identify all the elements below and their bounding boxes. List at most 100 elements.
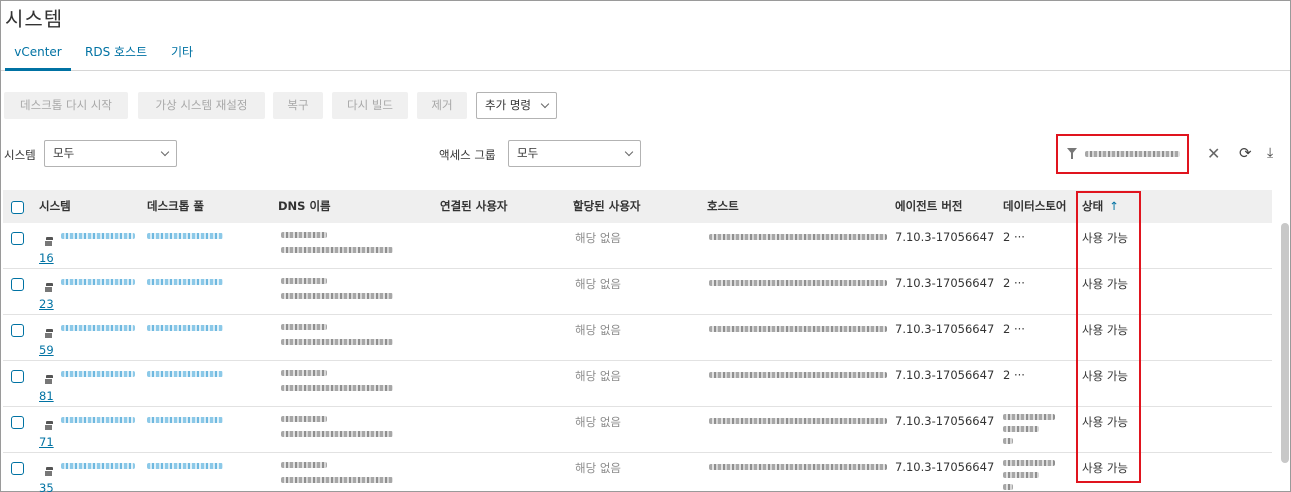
column-header-dns-name[interactable]: DNS 이름 [278, 190, 331, 223]
system-name-link[interactable] [61, 279, 135, 285]
dns-name-line2 [281, 477, 393, 483]
access-group-select[interactable]: 모두 [508, 140, 641, 167]
agent-version-cell: 7.10.3-17056647 [895, 414, 995, 428]
virtual-machine-icon [44, 237, 54, 247]
virtual-machine-icon [44, 375, 54, 385]
tab-vcenter[interactable]: vCenter [5, 41, 71, 71]
restart-desktop-button[interactable]: 데스크톱 다시 시작 [4, 92, 128, 119]
datastore-cell: 2 ··· [1003, 368, 1025, 382]
system-number-link[interactable]: 81 [39, 389, 54, 403]
agent-version-cell: 7.10.3-17056647 [895, 276, 995, 290]
chevron-down-icon [540, 99, 550, 109]
row-checkbox[interactable] [11, 370, 24, 383]
row-checkbox[interactable] [11, 462, 24, 475]
host-cell [709, 280, 887, 286]
column-header-assigned-user[interactable]: 할당된 사용자 [573, 190, 640, 223]
select-all-checkbox[interactable] [11, 201, 24, 214]
system-name-link[interactable] [61, 371, 135, 377]
datastore-cell: 2 ··· [1003, 322, 1025, 336]
system-name-link[interactable] [61, 233, 135, 239]
more-commands-label: 추가 명령 [485, 98, 531, 112]
agent-version-cell: 7.10.3-17056647 [895, 460, 995, 474]
host-cell [709, 464, 887, 470]
column-header-agent-version[interactable]: 에이전트 버전 [895, 190, 962, 223]
filter-icon [1067, 148, 1077, 159]
system-name-link[interactable] [61, 325, 135, 331]
desktop-pool-link[interactable] [147, 463, 223, 469]
dns-name-line2 [281, 247, 393, 253]
column-header-connected-user[interactable]: 연결된 사용자 [440, 190, 507, 223]
system-number-link[interactable]: 59 [39, 343, 54, 357]
host-cell [709, 418, 887, 424]
system-number-link[interactable]: 16 [39, 251, 54, 265]
virtual-machine-icon [44, 329, 54, 339]
tab-other[interactable]: 기타 [171, 41, 193, 71]
agent-version-cell: 7.10.3-17056647 [895, 230, 995, 244]
assigned-user-cell: 해당 없음 [575, 277, 621, 291]
refresh-icon[interactable]: ⟳ [1239, 144, 1252, 162]
assigned-user-cell: 해당 없음 [575, 369, 621, 383]
virtual-machine-icon [44, 467, 54, 477]
filter-input[interactable] [1056, 134, 1189, 174]
download-icon[interactable]: ⤓ [1267, 144, 1273, 162]
dns-name-line1 [281, 462, 327, 468]
assigned-user-cell: 해당 없음 [575, 415, 621, 429]
agent-version-cell: 7.10.3-17056647 [895, 322, 995, 336]
row-checkbox[interactable] [11, 232, 24, 245]
column-header-desktop-pool[interactable]: 데스크톱 풀 [147, 190, 204, 223]
column-header-host[interactable]: 호스트 [707, 190, 739, 223]
tab-bar: vCenter RDS 호스트 기타 [1, 41, 1290, 71]
row-checkbox[interactable] [11, 324, 24, 337]
rebuild-button[interactable]: 다시 빌드 [332, 92, 408, 119]
page-title: 시스템 [5, 7, 64, 31]
more-commands-dropdown[interactable]: 추가 명령 [476, 92, 557, 119]
chevron-down-icon [160, 147, 170, 157]
dns-name-line2 [281, 293, 393, 299]
desktop-pool-link[interactable] [147, 279, 223, 285]
system-name-link[interactable] [61, 463, 135, 469]
system-number-link[interactable]: 71 [39, 435, 54, 449]
system-filter-select[interactable]: 모두 [44, 140, 177, 167]
close-icon[interactable]: ✕ [1207, 146, 1220, 162]
desktop-pool-link[interactable] [147, 233, 223, 239]
vertical-scrollbar[interactable] [1281, 223, 1289, 463]
datastore-cell: 2 ··· [1003, 230, 1025, 244]
dns-name-line2 [281, 339, 393, 345]
system-filter-value: 모두 [53, 146, 75, 160]
status-column-highlight [1076, 191, 1141, 483]
dns-name-line2 [281, 385, 393, 391]
dns-name-line2 [281, 431, 393, 437]
desktop-pool-link[interactable] [147, 371, 223, 377]
virtual-machine-icon [44, 283, 54, 293]
datastore-cell: 2 ··· [1003, 276, 1025, 290]
tab-rds-hosts[interactable]: RDS 호스트 [85, 41, 147, 71]
row-checkbox[interactable] [11, 416, 24, 429]
agent-version-cell: 7.10.3-17056647 [895, 368, 995, 382]
column-header-system[interactable]: 시스템 [39, 190, 71, 223]
datastore-cell-redacted [1003, 412, 1055, 444]
column-header-datastore[interactable]: 데이터스토어 [1003, 190, 1066, 223]
virtual-machine-icon [44, 421, 54, 431]
remove-button[interactable]: 제거 [417, 92, 467, 119]
assigned-user-cell: 해당 없음 [575, 461, 621, 475]
dns-name-line1 [281, 324, 327, 330]
desktop-pool-link[interactable] [147, 325, 223, 331]
host-cell [709, 372, 887, 378]
filter-text-redacted [1085, 151, 1180, 157]
system-number-link[interactable]: 35 [39, 481, 54, 492]
system-number-link[interactable]: 23 [39, 297, 54, 311]
desktop-pool-link[interactable] [147, 417, 223, 423]
system-name-link[interactable] [61, 417, 135, 423]
dns-name-line1 [281, 416, 327, 422]
dns-name-line1 [281, 232, 327, 238]
access-group-label: 액세스 그룹 [439, 148, 496, 162]
row-checkbox[interactable] [11, 278, 24, 291]
assigned-user-cell: 해당 없음 [575, 231, 621, 245]
reset-vm-button[interactable]: 가상 시스템 재설정 [138, 92, 265, 119]
dns-name-line1 [281, 370, 327, 376]
recover-button[interactable]: 복구 [273, 92, 323, 119]
chevron-down-icon [624, 147, 634, 157]
host-cell [709, 234, 887, 240]
access-group-value: 모두 [517, 146, 539, 160]
dns-name-line1 [281, 278, 327, 284]
